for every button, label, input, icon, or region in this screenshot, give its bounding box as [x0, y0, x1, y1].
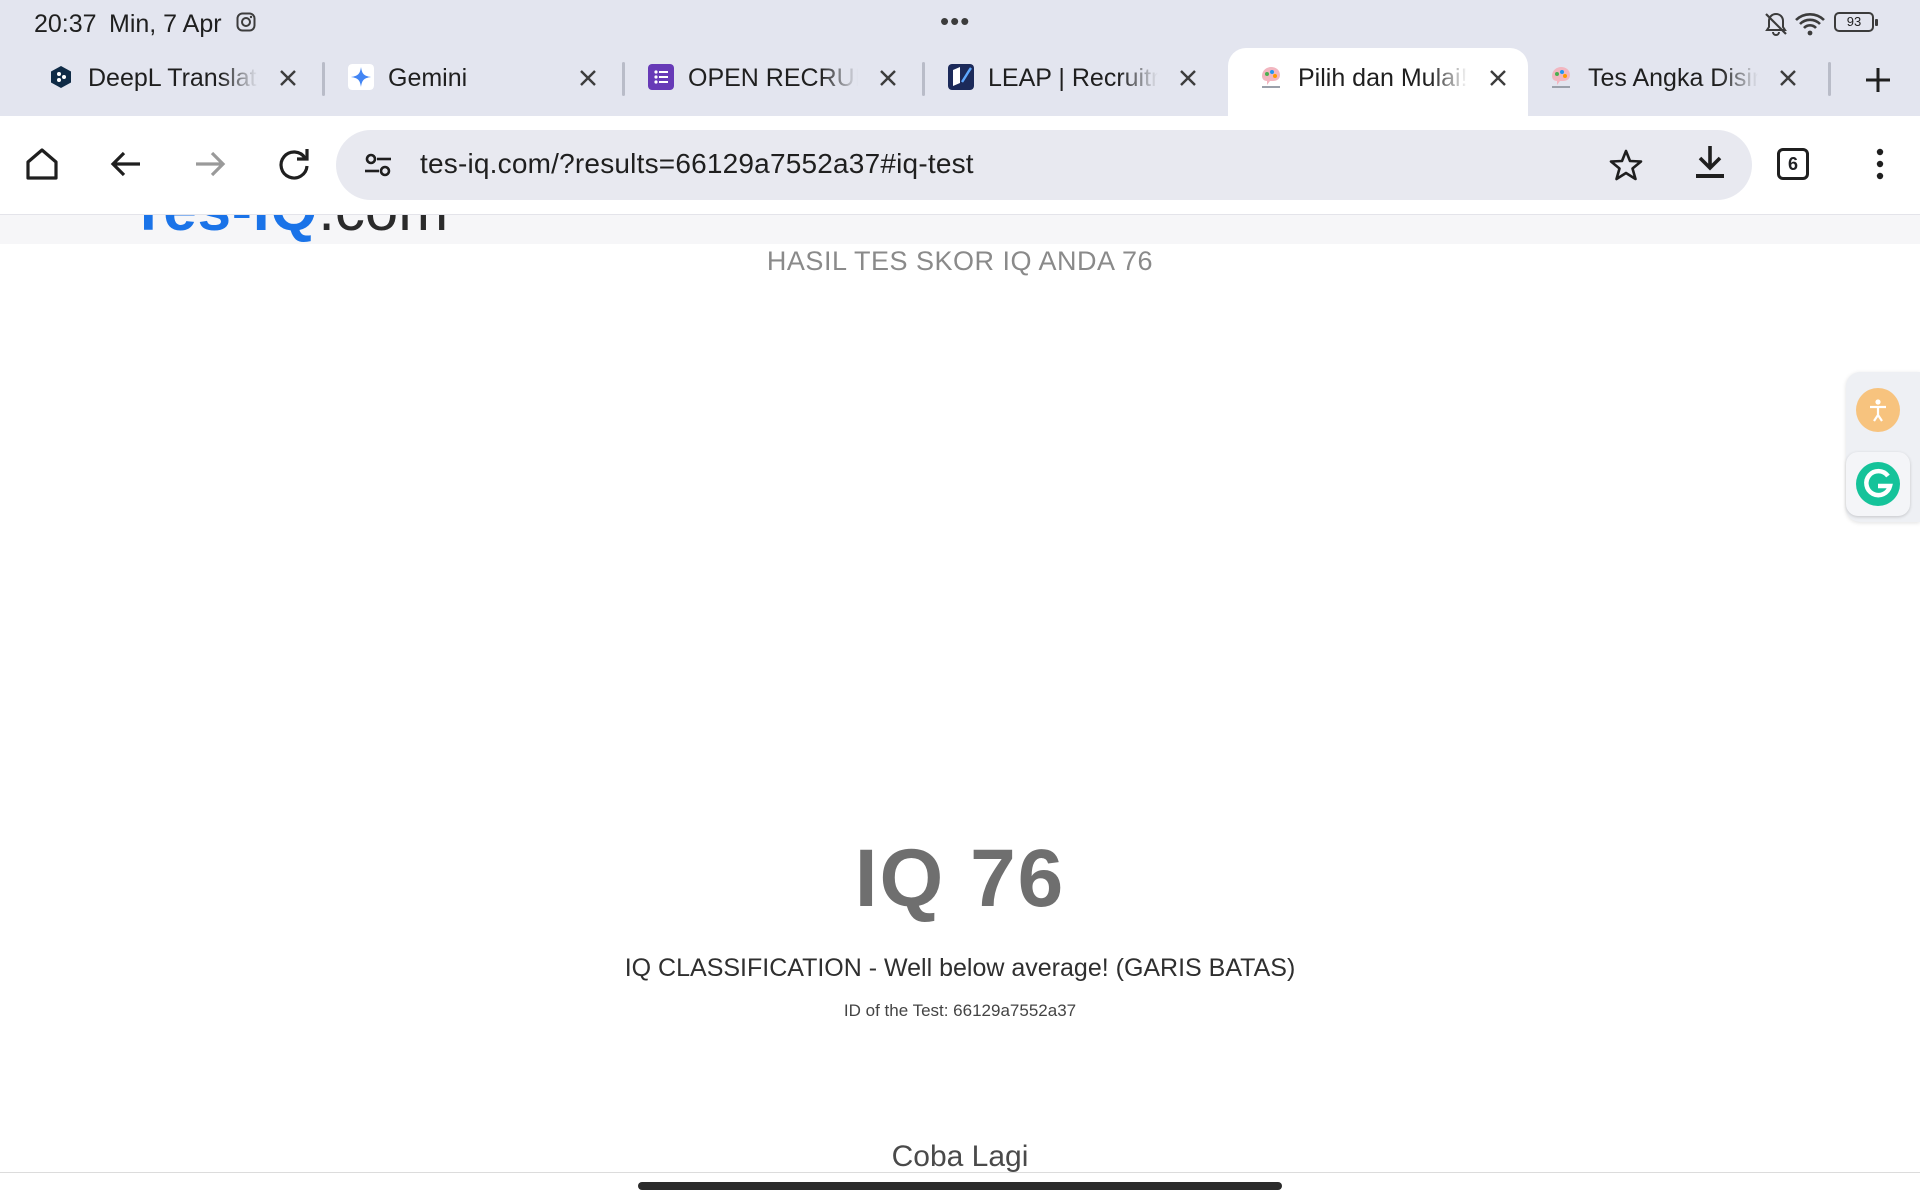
browser-toolbar: tes-iq.com/?results=66129a7552a37#iq-tes…	[0, 116, 1920, 214]
more-options-icon[interactable]	[1860, 144, 1900, 184]
page-bottom-divider	[0, 1172, 1920, 1173]
tab-open-recruitment[interactable]: OPEN RECRUITMENT	[618, 48, 918, 116]
tab-divider	[1828, 62, 1831, 96]
new-tab-plus-icon[interactable]	[1860, 62, 1896, 98]
back-arrow-icon[interactable]	[106, 144, 146, 184]
status-time: 20:37	[34, 10, 97, 38]
gesture-navigation-bar[interactable]	[638, 1182, 1282, 1190]
tes-iq-icon	[1552, 67, 1570, 88]
tes-iq-icon	[1262, 67, 1280, 88]
forms-icon	[648, 64, 674, 90]
close-icon[interactable]	[576, 66, 600, 90]
deepl-icon	[51, 66, 71, 88]
iq-score: IQ 76	[854, 833, 1066, 924]
bookmark-star-icon[interactable]	[1608, 147, 1644, 183]
tab-deepl[interactable]: DeepL Translate: I	[18, 48, 318, 116]
notifications-muted-icon	[1765, 12, 1787, 36]
result-heading: HASIL TES SKOR IQ ANDA 76	[766, 246, 1154, 276]
iq-classification: IQ CLASSIFICATION - Well below average! …	[624, 954, 1296, 982]
tab-title: OPEN RECRUITMENT	[688, 64, 858, 92]
window-more-dots[interactable]: •••	[940, 6, 970, 37]
download-icon[interactable]	[1690, 142, 1730, 182]
tab-leap-recruitment[interactable]: LEAP | Recruitment	[918, 48, 1218, 116]
gemini-icon	[348, 64, 374, 90]
retry-button[interactable]: Coba Lagi	[0, 1140, 1920, 1174]
site-logo[interactable]: Tes-IQ.com	[60, 215, 448, 243]
site-header: Tes-IQ.com	[0, 214, 1920, 244]
tab-title: Gemini	[388, 64, 468, 92]
reload-icon[interactable]	[274, 144, 314, 184]
forward-arrow-icon[interactable]	[190, 144, 230, 184]
grammarly-button[interactable]	[1846, 452, 1910, 516]
site-settings-icon[interactable]	[362, 150, 394, 180]
tab-strip: DeepL Translate: I Gemini OPEN RECRUITME…	[0, 48, 1920, 116]
close-icon[interactable]	[876, 66, 900, 90]
address-bar[interactable]: tes-iq.com/?results=66129a7552a37#iq-tes…	[336, 130, 1752, 200]
close-icon[interactable]	[1776, 66, 1800, 90]
accessibility-icon	[1870, 399, 1886, 422]
home-icon[interactable]	[22, 144, 62, 184]
tab-title: DeepL Translate: I	[88, 64, 258, 92]
leap-icon	[948, 64, 974, 90]
status-date: Min, 7 Apr	[109, 10, 222, 38]
grammarly-icon	[1856, 462, 1900, 506]
tab-title: Tes Angka Disini!	[1588, 64, 1758, 92]
close-icon[interactable]	[1486, 66, 1510, 90]
browser-top-chrome: 20:37 Min, 7 Apr ••• 93 DeepL Translat G…	[0, 0, 1920, 116]
tab-title: Pilih dan Mulai! Te	[1298, 64, 1468, 92]
close-icon[interactable]	[276, 66, 300, 90]
tab-pilih-dan-mulai[interactable]: Pilih dan Mulai! Te	[1228, 48, 1528, 116]
tab-title: LEAP | Recruitment	[988, 64, 1158, 92]
logo-main-text: Tes-IQ	[130, 215, 318, 243]
close-icon[interactable]	[1176, 66, 1200, 90]
system-status-bar: 20:37 Min, 7 Apr ••• 93	[0, 0, 1920, 46]
test-id: ID of the Test: 66129a7552a37	[843, 1001, 1077, 1020]
tab-switcher-button[interactable]: 6	[1777, 148, 1809, 180]
logo-tld-text: .com	[318, 215, 448, 243]
tab-tes-angka-disini[interactable]: Tes Angka Disini!	[1518, 48, 1818, 116]
wifi-icon	[1795, 13, 1825, 36]
instagram-notification-icon	[236, 12, 256, 32]
url-text[interactable]: tes-iq.com/?results=66129a7552a37#iq-tes…	[420, 148, 974, 180]
battery-indicator: 93	[1834, 12, 1878, 32]
tab-gemini[interactable]: Gemini	[318, 48, 618, 116]
accessibility-button[interactable]	[1856, 388, 1900, 432]
